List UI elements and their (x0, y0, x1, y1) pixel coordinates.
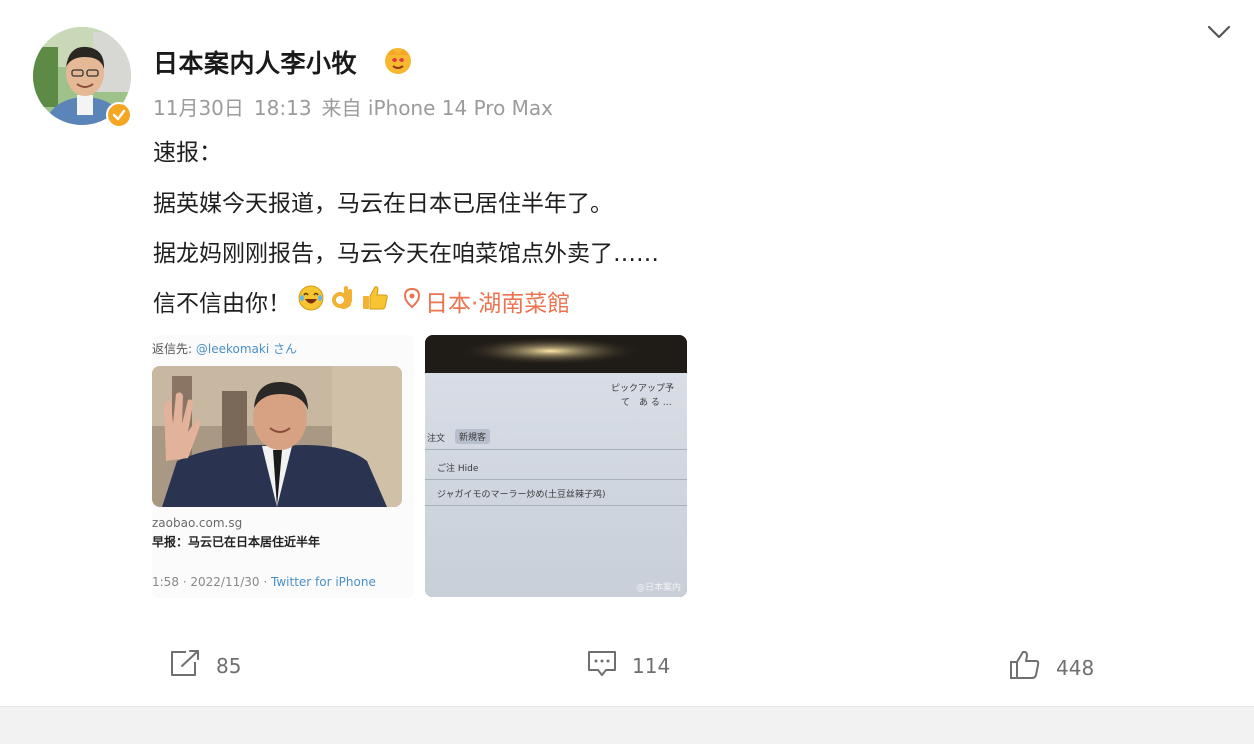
like-button[interactable]: 448 (1008, 648, 1094, 687)
post-text-line: 速报： (153, 140, 222, 166)
repost-count: 85 (216, 653, 242, 678)
image-watermark: @日本案内 (635, 583, 681, 593)
comment-count: 114 (632, 653, 671, 678)
location-link[interactable]: 日本·湖南菜館 (403, 284, 570, 318)
comment-icon (586, 648, 618, 683)
member-crown-icon[interactable] (382, 44, 414, 76)
tweet-photo (152, 366, 402, 507)
like-count: 448 (1056, 655, 1095, 680)
post-source: 来自 iPhone 14 Pro Max (321, 96, 554, 120)
feed-separator (0, 706, 1254, 744)
tweet-link-domain: zaobao.com.sg (152, 516, 243, 530)
post-text-line-last: 信不信由你！ 日本·湖南菜館 (153, 283, 570, 319)
post-date[interactable]: 11月30日 (153, 96, 244, 120)
chevron-down-icon[interactable] (1204, 18, 1234, 46)
comment-button[interactable]: 114 (586, 648, 670, 683)
verified-badge-icon (106, 102, 132, 128)
post-time[interactable]: 18:13 (254, 96, 312, 120)
tweet-reply-header: 返信先: @leekomaki さん (152, 342, 297, 356)
thumbs-up-emoji-icon (361, 284, 389, 318)
repost-button[interactable]: 85 (168, 648, 241, 683)
post-image-tweet-screenshot[interactable]: 返信先: @leekomaki さん zaobao.com.sg 早报：马云已在… (152, 335, 414, 598)
tweet-link-headline: 早报：马云已在日本居住近半年 (152, 535, 321, 549)
tablet-screen: ピックアップ予 て あ る … 注文 新規客 ご注 Hide ジャガイモのマーラ… (425, 373, 687, 597)
laugh-cry-emoji-icon (297, 284, 325, 318)
post-text: 信不信由你！ (153, 291, 291, 317)
ok-hand-emoji-icon (331, 283, 355, 319)
thumbs-up-icon (1008, 648, 1042, 687)
post-meta: 11月30日 18:13 来自 iPhone 14 Pro Max (153, 92, 563, 121)
post-text-line: 据龙妈刚刚报告，马云今天在咱菜馆点外卖了…… (153, 241, 659, 267)
author-name[interactable]: 日本案内人李小牧 (153, 44, 357, 80)
tweet-footer: 1:58 · 2022/11/30 · Twitter for iPhone (152, 575, 376, 589)
location-label: 日本·湖南菜館 (425, 291, 571, 317)
repost-icon (168, 648, 202, 683)
post-text-line: 据英媒今天报道，马云在日本已居住半年了。 (153, 191, 613, 217)
location-pin-icon (403, 287, 421, 315)
weibo-post: 日本案内人李小牧 11月30日 18:13 来自 iPhone 14 Pro Max… (0, 0, 1254, 706)
post-image-tablet-photo[interactable]: ピックアップ予 て あ る … 注文 新規客 ご注 Hide ジャガイモのマーラ… (425, 335, 687, 597)
